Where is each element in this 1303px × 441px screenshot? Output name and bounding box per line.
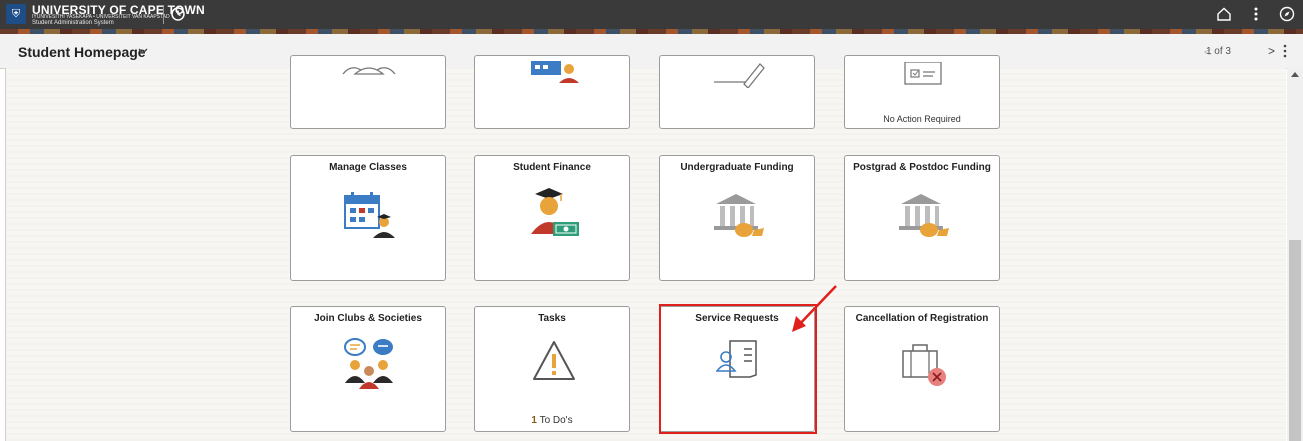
scroll-up-arrow-icon[interactable] xyxy=(1291,72,1299,77)
tile-partial-3[interactable] xyxy=(659,55,815,129)
content-left-border xyxy=(5,68,6,441)
divider xyxy=(163,5,164,24)
calendar-student-icon xyxy=(344,192,395,238)
next-page-icon[interactable]: > xyxy=(1268,44,1275,58)
people-chat-icon xyxy=(344,338,393,389)
tile-partial-2[interactable] xyxy=(474,55,630,129)
tasks-footer: 1 To Do's xyxy=(475,415,629,426)
pointer-arrow-icon xyxy=(792,285,837,332)
tile-undergraduate-funding[interactable]: Undergraduate Funding xyxy=(659,155,815,281)
more-options-icon[interactable] xyxy=(1247,5,1265,23)
tile-student-finance[interactable]: Student Finance xyxy=(474,155,630,281)
page-title[interactable]: Student Homepage xyxy=(18,44,146,60)
tile-title: Manage Classes xyxy=(329,162,407,173)
briefcase-cancel-icon xyxy=(902,344,946,386)
page-header: Student Homepage < 1 of 3 > xyxy=(0,34,1303,69)
scrollbar-thumb[interactable] xyxy=(1289,240,1301,441)
warning-icon xyxy=(533,341,575,380)
navbar-compass-icon[interactable] xyxy=(1278,5,1296,23)
tile-manage-classes[interactable]: Manage Classes xyxy=(290,155,446,281)
graduate-money-icon xyxy=(531,188,579,236)
tile-partial-4[interactable]: No Action Required xyxy=(844,55,1000,129)
tile-title: Student Finance xyxy=(513,162,591,173)
tile-partial-1[interactable] xyxy=(290,55,446,129)
system-name: Student Administration System xyxy=(32,20,114,26)
people-group-icon xyxy=(342,67,396,75)
bank-moneybag-icon xyxy=(899,194,949,237)
tile-postgrad-postdoc-funding[interactable]: Postgrad & Postdoc Funding xyxy=(844,155,1000,281)
bank-moneybag-icon xyxy=(714,194,764,237)
tile-join-clubs-societies[interactable]: Join Clubs & Societies xyxy=(290,306,446,432)
tasks-label: To Do's xyxy=(539,415,573,426)
pencil-icon xyxy=(714,63,765,88)
page-indicator: 1 of 3 xyxy=(1205,46,1231,57)
home-icon[interactable] xyxy=(1215,5,1233,23)
tile-tasks[interactable]: Tasks 1 To Do's xyxy=(474,306,630,432)
tile-cancellation-of-registration[interactable]: Cancellation of Registration xyxy=(844,306,1000,432)
recent-history-icon[interactable] xyxy=(170,6,186,22)
top-banner: ⛨ UNIVERSITY OF CAPE TOWN IYUNIVESITHI Y… xyxy=(0,0,1303,34)
tile-title: Join Clubs & Societies xyxy=(314,313,422,324)
uct-logo: ⛨ xyxy=(6,4,26,24)
page-options-icon[interactable] xyxy=(1282,43,1288,59)
chevron-down-icon[interactable] xyxy=(138,47,148,55)
calendar-student-icon xyxy=(531,61,579,83)
tasks-count: 1 xyxy=(531,415,537,426)
tile-title: Undergraduate Funding xyxy=(680,162,794,173)
tile-title: Cancellation of Registration xyxy=(855,313,989,324)
homepage-content xyxy=(6,68,1286,441)
checklist-icon xyxy=(904,62,942,85)
tile-status: No Action Required xyxy=(883,114,961,124)
tile-title: Tasks xyxy=(538,313,566,324)
tile-title: Postgrad & Postdoc Funding xyxy=(853,162,991,173)
